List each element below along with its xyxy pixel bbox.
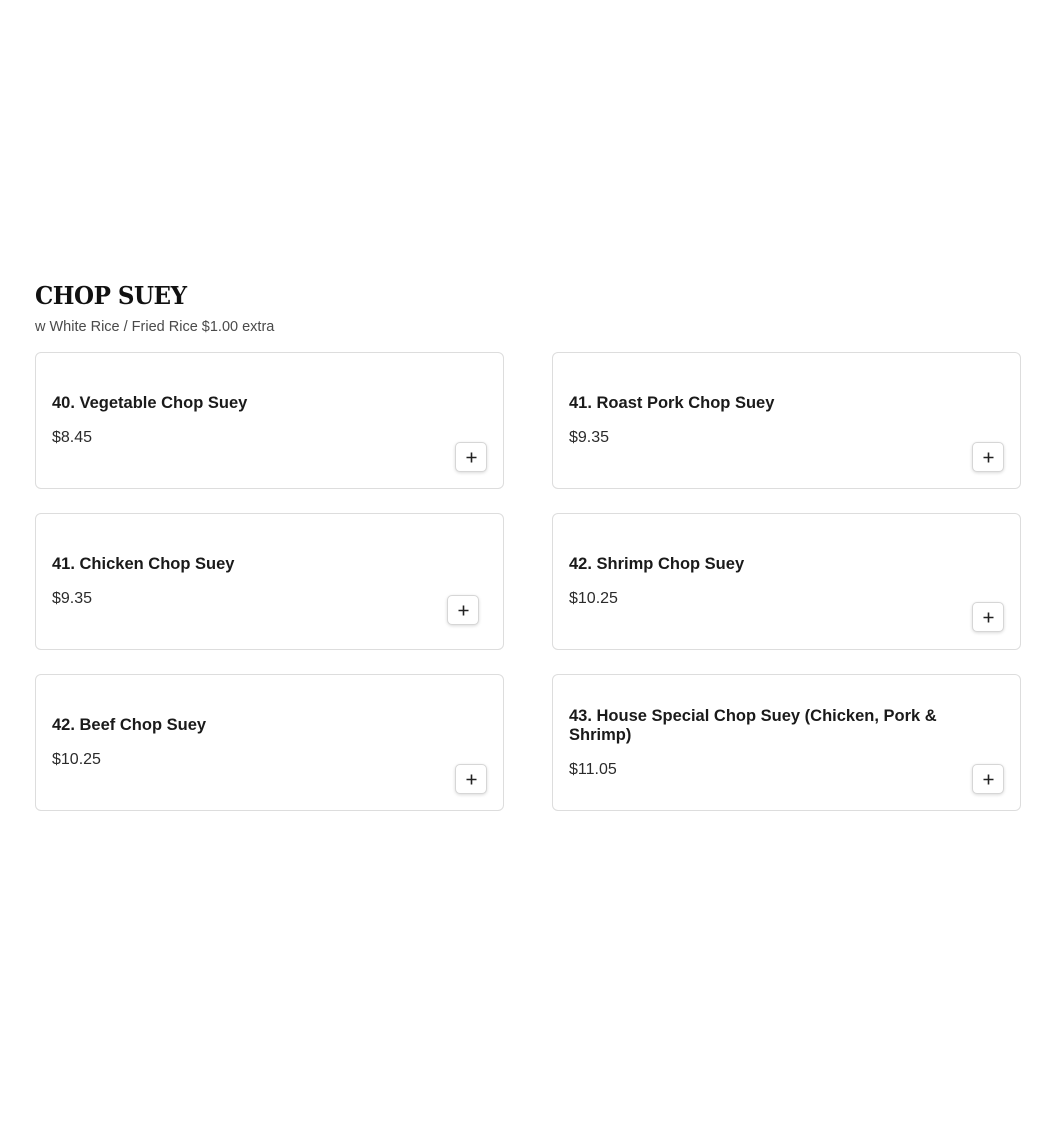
menu-item-price: $9.35 — [52, 590, 93, 607]
add-item-button[interactable] — [972, 442, 1004, 472]
menu-item-price: $9.35 — [569, 429, 610, 446]
menu-items-grid: 40. Vegetable Chop Suey $8.45 41. Roast … — [35, 352, 1021, 811]
menu-item-info: 40. Vegetable Chop Suey $8.45 — [52, 353, 423, 488]
plus-icon — [466, 774, 476, 784]
menu-section-header: CHOP SUEY w White Rice / Fried Rice $1.0… — [35, 282, 1021, 336]
menu-item-name: 41. Chicken Chop Suey — [52, 555, 235, 573]
menu-item-info: 42. Shrimp Chop Suey $10.25 — [569, 514, 940, 649]
menu-item-price: $11.05 — [569, 760, 617, 778]
add-item-button[interactable] — [972, 602, 1004, 632]
menu-item-card[interactable]: 42. Shrimp Chop Suey $10.25 — [552, 513, 1021, 650]
menu-item-info: 43. House Special Chop Suey (Chicken, Po… — [569, 675, 940, 810]
add-item-button[interactable] — [455, 764, 487, 794]
menu-item-name: 42. Beef Chop Suey — [52, 716, 207, 734]
add-item-button[interactable] — [972, 764, 1004, 794]
menu-item-price: $8.45 — [52, 429, 93, 446]
menu-item-name: 43. House Special Chop Suey (Chicken, Po… — [569, 706, 937, 744]
plus-icon — [983, 452, 993, 462]
menu-item-price: $10.25 — [52, 751, 101, 768]
menu-item-info: 42. Beef Chop Suey $10.25 — [52, 675, 423, 810]
menu-item-name: 41. Roast Pork Chop Suey — [569, 394, 775, 412]
menu-item-card[interactable]: 41. Roast Pork Chop Suey $9.35 — [552, 352, 1021, 489]
menu-item-info: 41. Roast Pork Chop Suey $9.35 — [569, 353, 940, 488]
add-item-button[interactable] — [455, 442, 487, 472]
menu-item-card[interactable]: 42. Beef Chop Suey $10.25 — [35, 674, 504, 811]
add-item-button[interactable] — [447, 595, 479, 625]
menu-item-card[interactable]: 41. Chicken Chop Suey $9.35 — [35, 513, 504, 650]
menu-item-card[interactable]: 40. Vegetable Chop Suey $8.45 — [35, 352, 504, 489]
plus-icon — [983, 612, 993, 622]
menu-item-name: 40. Vegetable Chop Suey — [52, 394, 248, 412]
menu-item-price: $10.25 — [569, 590, 618, 607]
menu-item-info: 41. Chicken Chop Suey $9.35 — [52, 514, 423, 649]
menu-item-name: 42. Shrimp Chop Suey — [569, 555, 745, 573]
plus-icon — [466, 452, 476, 462]
menu-item-card[interactable]: 43. House Special Chop Suey (Chicken, Po… — [552, 674, 1021, 811]
plus-icon — [983, 774, 993, 784]
section-subtitle: w White Rice / Fried Rice $1.00 extra — [35, 319, 275, 335]
section-title: CHOP SUEY — [35, 282, 187, 311]
plus-icon — [458, 605, 468, 615]
